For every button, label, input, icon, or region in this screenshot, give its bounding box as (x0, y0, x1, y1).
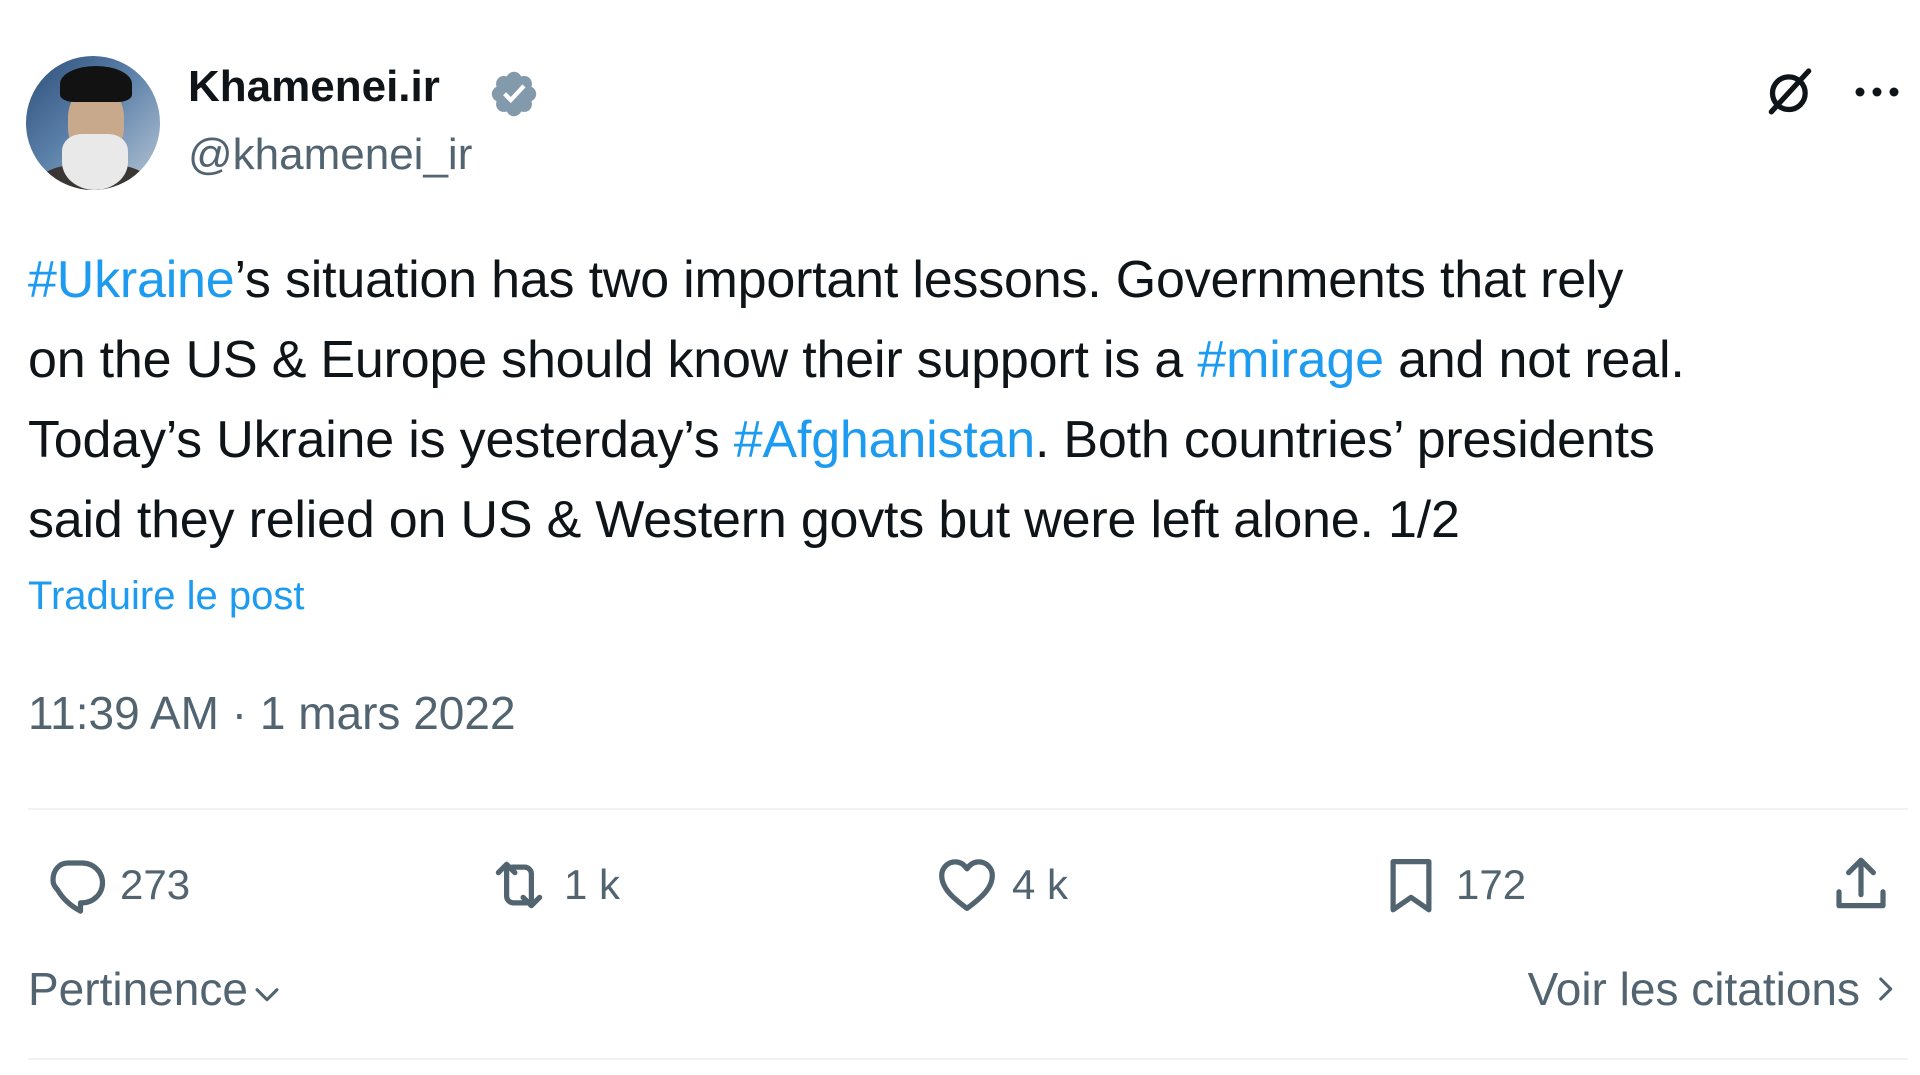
chevron-down-icon (255, 988, 279, 1002)
share-icon (1836, 857, 1886, 909)
hashtag-link[interactable]: #Ukraine (28, 251, 235, 309)
tweet-date[interactable]: 1 mars 2022 (260, 687, 516, 739)
tweet-line-1: #Ukraine’s situation has two important l… (28, 240, 1908, 320)
hashtag-link[interactable]: #Afghanistan (734, 411, 1035, 469)
tweet-text-segment: on the US & Europe should know their sup… (28, 331, 1198, 389)
timestamp-separator: · (218, 687, 260, 739)
reply-icon (50, 860, 106, 914)
tweet-line-2: on the US & Europe should know their sup… (28, 320, 1908, 400)
tweet-text-segment: said they relied on US & Western govts b… (28, 491, 1460, 549)
verified-badge-icon (491, 71, 537, 117)
view-quotes-link[interactable]: Voir les citations (1528, 962, 1902, 1016)
avatar-beard (62, 134, 128, 190)
divider (28, 808, 1908, 810)
tweet-card: Khamenei.ir @khamenei_ir #Ukraine’s situ… (0, 0, 1920, 1075)
reply-button[interactable]: 273 (42, 850, 190, 920)
share-button[interactable] (1828, 850, 1894, 920)
retweet-icon (495, 861, 543, 909)
hashtag-link[interactable]: #mirage (1197, 331, 1384, 389)
chevron-right-icon (1879, 977, 1893, 1001)
heart-icon (939, 859, 995, 911)
author-name[interactable]: Khamenei.ir (188, 62, 440, 112)
more-icon[interactable] (1852, 74, 1902, 110)
tweet-text-segment: and not real. (1383, 331, 1685, 389)
translate-post-link[interactable]: Traduire le post (28, 574, 304, 619)
reply-count: 273 (120, 861, 191, 908)
author-handle[interactable]: @khamenei_ir (188, 130, 472, 180)
sort-label: Pertinence (28, 963, 248, 1015)
quotes-label: Voir les citations (1527, 963, 1860, 1015)
tweet-text-segment: Today’s Ukraine is yesterday’s (28, 411, 734, 469)
tweet-line-3: Today’s Ukraine is yesterday’s #Afghanis… (28, 400, 1908, 480)
bookmark-icon (1390, 859, 1432, 913)
retweet-button[interactable]: 1 k (486, 850, 620, 920)
bookmark-count: 172 (1456, 861, 1527, 908)
tweet-time[interactable]: 11:39 AM (28, 687, 219, 739)
tweet-text-segment: ’s situation has two important lessons. … (234, 251, 1624, 309)
tweet-line-4: said they relied on US & Western govts b… (28, 480, 1908, 560)
avatar-turban (60, 66, 132, 102)
grok-icon[interactable] (1762, 64, 1818, 120)
tweet-timestamp: 11:39 AM · 1 mars 2022 (28, 686, 516, 740)
replies-sort-dropdown[interactable]: Pertinence (28, 962, 284, 1016)
bookmark-button[interactable]: 172 (1378, 850, 1526, 920)
retweet-count: 1 k (564, 861, 621, 908)
divider (28, 1058, 1908, 1060)
tweet-text-segment: . Both countries’ presidents (1034, 411, 1655, 469)
like-button[interactable]: 4 k (934, 850, 1068, 920)
author-avatar[interactable] (26, 56, 160, 190)
like-count: 4 k (1012, 861, 1069, 908)
tweet-text: #Ukraine’s situation has two important l… (28, 240, 1908, 560)
